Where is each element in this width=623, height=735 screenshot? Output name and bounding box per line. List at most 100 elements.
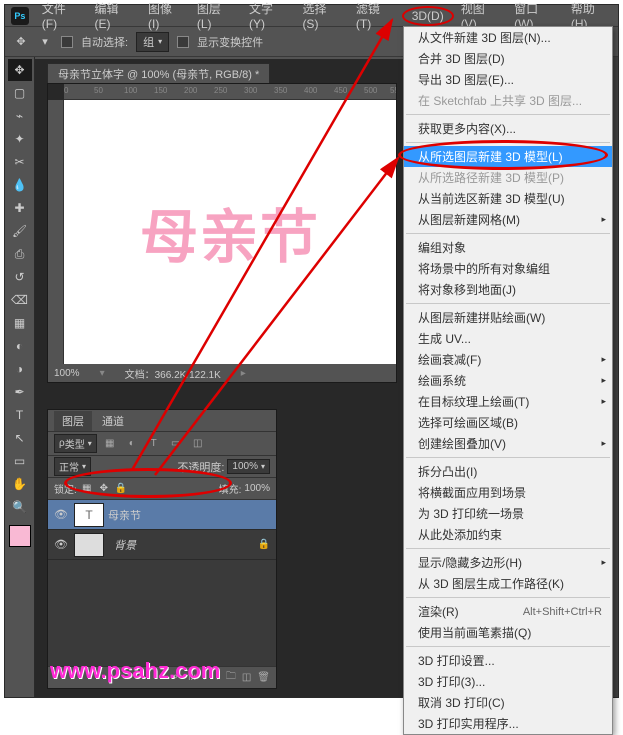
mi-move-ground[interactable]: 将对象移到地面(J) — [404, 279, 612, 300]
stamp-tool[interactable]: ⎙ — [8, 243, 32, 265]
tab-layers[interactable]: 图层 — [54, 411, 92, 431]
mi-apply-cross[interactable]: 将横截面应用到场景 — [404, 482, 612, 503]
history-brush-tool[interactable]: ↺ — [8, 266, 32, 288]
mi-select-paintable[interactable]: 选择可绘画区域(B) — [404, 412, 612, 433]
zoom-tool[interactable]: 🔍 — [8, 496, 32, 518]
filter-shape-icon[interactable]: ▭ — [167, 436, 185, 452]
dodge-tool[interactable]: ◑ — [8, 358, 32, 380]
mi-print-settings[interactable]: 3D 打印设置... — [404, 650, 612, 671]
filter-type-icon[interactable]: T — [145, 436, 163, 452]
gradient-tool[interactable]: ▦ — [8, 312, 32, 334]
mi-add-constraint[interactable]: 从此处添加约束 — [404, 524, 612, 545]
filter-pixel-icon[interactable]: ▦ — [101, 436, 119, 452]
app-logo: Ps — [11, 7, 29, 25]
mi-group-all[interactable]: 将场景中的所有对象编组 — [404, 258, 612, 279]
show-transform-label: 显示变换控件 — [197, 34, 263, 50]
layer-item-text[interactable]: 👁 T 母亲节 — [48, 500, 276, 530]
group-icon[interactable]: 🗀 — [226, 669, 236, 686]
mi-gen-uv[interactable]: 生成 UV... — [404, 328, 612, 349]
mi-render[interactable]: 渲染(R)Alt+Shift+Ctrl+R — [404, 601, 612, 622]
mi-export-3d[interactable]: 导出 3D 图层(E)... — [404, 69, 612, 90]
show-transform-checkbox[interactable] — [177, 36, 189, 48]
path-tool[interactable]: ↖ — [8, 427, 32, 449]
auto-select-checkbox[interactable] — [61, 36, 73, 48]
eraser-tool[interactable]: ⌫ — [8, 289, 32, 311]
mi-merge-3d[interactable]: 合并 3D 图层(D) — [404, 48, 612, 69]
hand-tool[interactable]: ✋ — [8, 473, 32, 495]
blur-tool[interactable]: ◐ — [8, 335, 32, 357]
lasso-tool[interactable]: ⌁ — [8, 105, 32, 127]
menu-bar: Ps 文件(F) 编辑(E) 图像(I) 图层(L) 文字(Y) 选择(S) 滤… — [5, 5, 618, 27]
menu-edit[interactable]: 编辑(E) — [88, 0, 141, 33]
marquee-tool[interactable]: ▢ — [8, 82, 32, 104]
mi-get-more[interactable]: 获取更多内容(X)... — [404, 118, 612, 139]
mi-print[interactable]: 3D 打印(3)... — [404, 671, 612, 692]
layer-name[interactable]: 母亲节 — [108, 507, 276, 523]
layer-item-bg[interactable]: 👁 背景 🔒 — [48, 530, 276, 560]
trash-icon[interactable]: 🗑 — [257, 672, 270, 683]
menu-3d[interactable]: 3D(D) — [402, 6, 454, 26]
move-tool[interactable]: ✥ — [8, 59, 32, 81]
mi-cancel-print[interactable]: 取消 3D 打印(C) — [404, 692, 612, 713]
crop-tool[interactable]: ✂ — [8, 151, 32, 173]
filter-adjust-icon[interactable]: ◐ — [123, 436, 141, 452]
fill-select[interactable]: 100% — [244, 483, 270, 494]
mi-gen-workpath[interactable]: 从 3D 图层生成工作路径(K) — [404, 573, 612, 594]
type-tool[interactable]: T — [8, 404, 32, 426]
mi-new-from-file[interactable]: 从文件新建 3D 图层(N)... — [404, 27, 612, 48]
zoom-level[interactable]: 100% — [54, 368, 80, 379]
opacity-label: 不透明度: — [177, 459, 224, 475]
mi-tile-paint[interactable]: 从图层新建拼贴绘画(W) — [404, 307, 612, 328]
ruler-vertical — [48, 100, 64, 364]
foreground-color[interactable] — [9, 525, 31, 547]
menu-image[interactable]: 图像(I) — [141, 0, 190, 33]
healing-tool[interactable]: ✚ — [8, 197, 32, 219]
mi-paint-system[interactable]: 绘画系统 — [404, 370, 612, 391]
layer-name[interactable]: 背景 — [114, 537, 254, 553]
lock-icon[interactable]: 🔒 — [258, 539, 270, 550]
layers-panel: 图层 通道 ρ 类型 ▦ ◐ T ▭ ◫ 正常 不透明度: 100% 锁定 — [47, 409, 277, 689]
mi-sketch[interactable]: 使用当前画笔素描(Q) — [404, 622, 612, 643]
status-bar: 100% ▾ 文档：366.2K/122.1K ▸ — [48, 364, 396, 382]
zoom-menu-icon[interactable]: ▾ — [100, 368, 105, 379]
mi-unify-print[interactable]: 为 3D 打印统一场景 — [404, 503, 612, 524]
group-select[interactable]: 组 — [136, 32, 169, 52]
mi-paint-target[interactable]: 在目标纹理上绘画(T) — [404, 391, 612, 412]
mi-group-objects[interactable]: 编组对象 — [404, 237, 612, 258]
visibility-icon[interactable]: 👁 — [52, 538, 70, 551]
lock-all-icon[interactable]: 🔒 — [114, 482, 128, 496]
mi-paint-falloff[interactable]: 绘画衰减(F) — [404, 349, 612, 370]
blend-mode-select[interactable]: 正常 — [54, 457, 91, 476]
mi-show-hide-poly[interactable]: 显示/隐藏多边形(H) — [404, 552, 612, 573]
tab-channels[interactable]: 通道 — [94, 411, 132, 431]
dropdown-icon[interactable]: ▾ — [37, 34, 53, 50]
brush-tool[interactable]: 🖌 — [8, 220, 32, 242]
info-menu-icon[interactable]: ▸ — [241, 368, 246, 379]
filter-smart-icon[interactable]: ◫ — [189, 436, 207, 452]
mi-new-3d-from-path[interactable]: 从所选路径新建 3D 模型(P) — [404, 167, 612, 188]
lock-position-icon[interactable]: ✥ — [97, 482, 111, 496]
filter-kind[interactable]: ρ 类型 — [54, 434, 97, 453]
mi-share-sketchfab[interactable]: 在 Sketchfab 上共享 3D 图层... — [404, 90, 612, 111]
menu-type[interactable]: 文字(Y) — [242, 0, 295, 33]
canvas[interactable]: 母亲节 — [64, 100, 396, 364]
mi-print-util[interactable]: 3D 打印实用程序... — [404, 713, 612, 734]
pen-tool[interactable]: ✒ — [8, 381, 32, 403]
shape-tool[interactable]: ▭ — [8, 450, 32, 472]
mi-new-mesh[interactable]: 从图层新建网格(M) — [404, 209, 612, 230]
mi-split-extrusion[interactable]: 拆分凸出(I) — [404, 461, 612, 482]
mi-new-3d-from-layer[interactable]: 从所选图层新建 3D 模型(L) — [404, 146, 612, 167]
document-tab[interactable]: 母亲节立体字 @ 100% (母亲节, RGB/8) * — [47, 63, 270, 83]
menu-filter[interactable]: 滤镜(T) — [349, 0, 402, 33]
mi-new-3d-from-sel[interactable]: 从当前选区新建 3D 模型(U) — [404, 188, 612, 209]
menu-select[interactable]: 选择(S) — [295, 0, 348, 33]
lock-pixels-icon[interactable]: ▦ — [80, 482, 94, 496]
mi-create-overlay[interactable]: 创建绘图叠加(V) — [404, 433, 612, 454]
menu-file[interactable]: 文件(F) — [35, 0, 88, 33]
opacity-select[interactable]: 100% — [227, 459, 270, 474]
new-icon[interactable]: ◫ — [242, 672, 251, 683]
eyedropper-tool[interactable]: 💧 — [8, 174, 32, 196]
wand-tool[interactable]: ✦ — [8, 128, 32, 150]
visibility-icon[interactable]: 👁 — [52, 508, 70, 521]
menu-layer[interactable]: 图层(L) — [190, 0, 242, 33]
